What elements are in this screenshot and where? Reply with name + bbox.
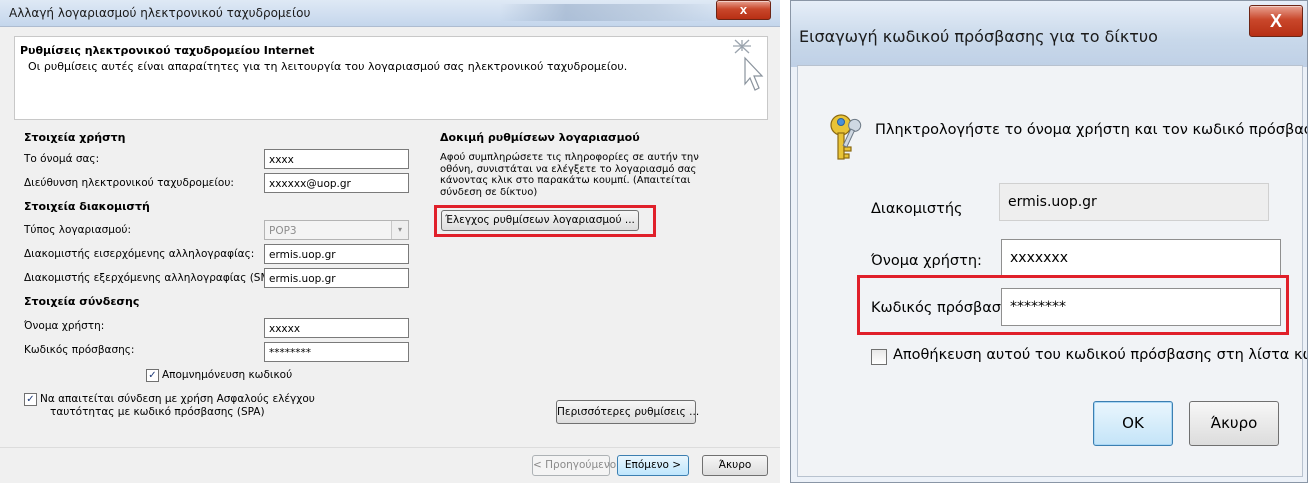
window-title: Αλλαγή λογαριασμού ηλεκτρονικού ταχυδρομ… — [9, 6, 311, 20]
cancel-button[interactable]: Άκυρο — [1189, 401, 1279, 446]
spa-label-line1[interactable]: Να απαιτείται σύνδεση με χρήση Ασφαλούς … — [40, 393, 315, 405]
remember-password-checkbox[interactable]: ✓ — [146, 369, 159, 382]
save-password-checkbox[interactable] — [871, 349, 887, 365]
account-type-select: POP3 ▾ — [264, 220, 409, 240]
outgoing-server-field[interactable]: ermis.uop.gr — [264, 268, 409, 288]
password-field[interactable]: ******** — [264, 342, 409, 362]
server-info-heading: Στοιχεία διακομιστή — [24, 200, 150, 213]
spa-label-line2[interactable]: ταυτότητας με κωδικό πρόσβασης (SPA) — [50, 406, 265, 418]
close-button[interactable]: X — [1249, 5, 1303, 37]
close-icon: x — [739, 2, 748, 17]
username-field[interactable]: xxxxxxx — [1001, 239, 1281, 277]
save-password-label[interactable]: Αποθήκευση αυτού του κωδικού πρόσβασης σ… — [893, 347, 1307, 363]
footer-divider — [0, 447, 780, 448]
close-button[interactable]: x — [716, 0, 771, 20]
login-info-heading: Στοιχεία σύνδεσης — [24, 295, 140, 308]
username-label: Όνομα χρήστη: — [871, 253, 982, 269]
checkmark-icon: ✓ — [148, 370, 157, 381]
account-type-value: POP3 — [269, 225, 297, 237]
chevron-down-icon: ▾ — [391, 221, 408, 239]
email-field[interactable]: xxxxxx@uop.gr — [264, 173, 409, 193]
test-settings-button[interactable]: Έλεγχος ρυθμίσεων λογαριασμού ... — [441, 210, 639, 231]
username-label: Όνομα χρήστη: — [24, 320, 105, 332]
more-settings-button[interactable]: Περισσότερες ρυθμίσεις ... — [556, 400, 699, 424]
header-title: Ρυθμίσεις ηλεκτρονικού ταχυδρομείου Inte… — [20, 44, 315, 57]
server-label: Διακομιστής — [871, 201, 963, 217]
test-settings-description: Αφού συμπληρώσετε τις πληροφορίες σε αυτ… — [440, 152, 699, 198]
network-password-window: Εισαγωγή κωδικού πρόσβασης για το δίκτυο… — [790, 0, 1308, 483]
server-field: ermis.uop.gr — [999, 183, 1269, 221]
spa-checkbox[interactable]: ✓ — [24, 393, 37, 406]
password-label: Κωδικός πρόσβασης: — [24, 344, 135, 356]
user-info-heading: Στοιχεία χρήστη — [24, 131, 126, 144]
window-title: Εισαγωγή κωδικού πρόσβασης για το δίκτυο — [799, 27, 1158, 46]
checkmark-icon: ✓ — [26, 394, 35, 405]
account-type-label: Τύπος λογαριασμού: — [24, 224, 132, 236]
incoming-server-label: Διακομιστής εισερχόμενης αλληλογραφίας: — [24, 248, 255, 260]
name-field[interactable]: xxxx — [264, 149, 409, 169]
prompt-text: Πληκτρολογήστε το όνομα χρήστη και τον κ… — [875, 122, 1308, 138]
remember-password-label[interactable]: Απομνημόνευση κωδικού — [162, 369, 292, 381]
outgoing-server-label: Διακομιστής εξερχόμενης αλληλογραφίας (S… — [24, 272, 290, 284]
password-field[interactable]: ******** — [1001, 288, 1281, 326]
email-label: Διεύθυνση ηλεκτρονικού ταχυδρομείου: — [24, 177, 234, 189]
title-bar-decoration — [500, 4, 720, 21]
username-field[interactable]: xxxxx — [264, 318, 409, 338]
incoming-server-field[interactable]: ermis.uop.gr — [264, 244, 409, 264]
header-subtitle: Οι ρυθμίσεις αυτές είναι απαραίτητες για… — [28, 60, 628, 73]
ok-button[interactable]: OK — [1093, 401, 1173, 446]
back-button[interactable]: < Προηγούμενο — [532, 455, 616, 476]
keys-icon — [830, 114, 862, 160]
next-button[interactable]: Επόμενο > — [617, 455, 689, 476]
close-icon: X — [1269, 11, 1282, 31]
cancel-button[interactable]: Άκυρο — [702, 455, 768, 476]
account-settings-window: Αλλαγή λογαριασμού ηλεκτρονικού ταχυδρομ… — [0, 0, 780, 483]
name-label: Το όνομά σας: — [24, 153, 100, 165]
test-settings-heading: Δοκιμή ρυθμίσεων λογαριασμού — [440, 131, 640, 144]
cursor-sparkle-icon — [733, 39, 764, 91]
